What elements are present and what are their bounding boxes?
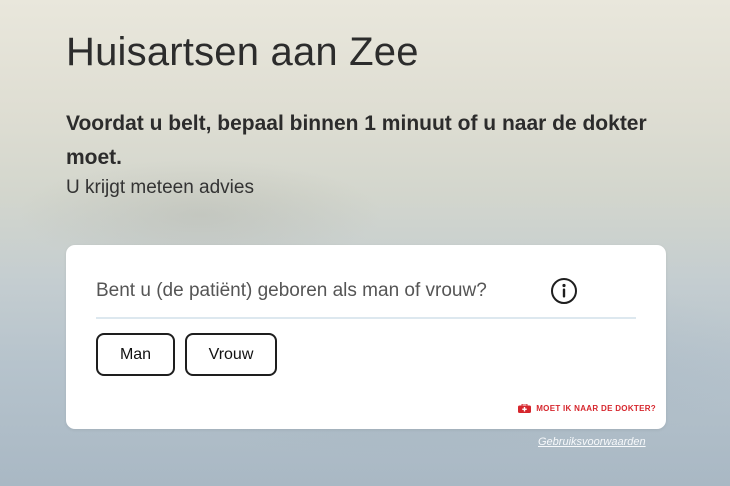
question-card: Bent u (de patiënt) geboren als man of v… [66, 245, 666, 429]
question-text: Bent u (de patiënt) geboren als man of v… [96, 280, 487, 301]
subtitle-text: U krijgt meteen advies [66, 177, 254, 198]
info-icon[interactable] [550, 277, 578, 305]
lead-text: Voordat u belt, bepaal binnen 1 minuut o… [66, 112, 647, 169]
terms-link[interactable]: Gebruiksvoorwaarden [538, 436, 646, 448]
first-aid-kit-icon [518, 403, 532, 413]
page-title: Huisartsen aan Zee [66, 30, 419, 74]
brand-label: MOET IK NAAR DE DOKTER? [536, 404, 656, 413]
answer-man-button[interactable]: Man [96, 333, 175, 376]
answer-vrouw-button[interactable]: Vrouw [185, 333, 277, 376]
question-row: Bent u (de patiënt) geboren als man of v… [96, 275, 636, 319]
brand-logo: MOET IK NAAR DE DOKTER? [518, 403, 656, 413]
